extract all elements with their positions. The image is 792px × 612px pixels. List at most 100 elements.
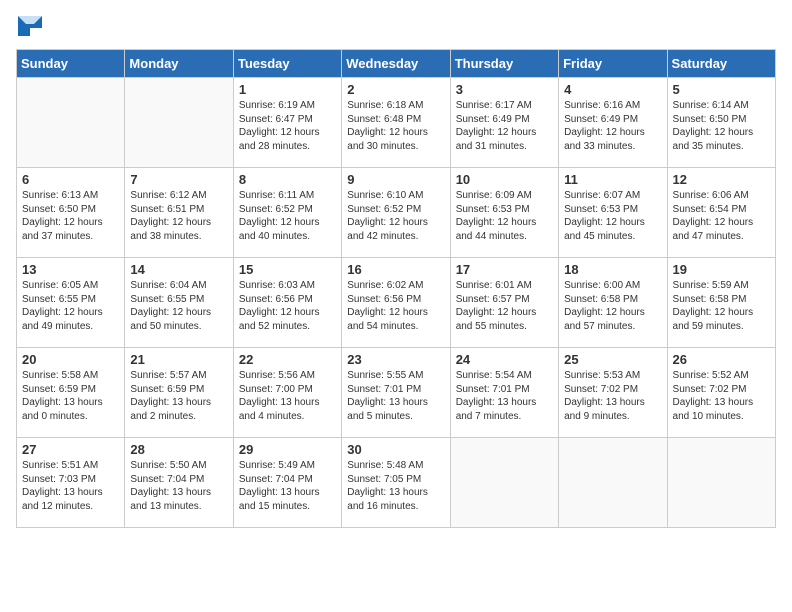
day-number: 14 (130, 262, 227, 277)
day-info: Sunrise: 6:09 AM Sunset: 6:53 PM Dayligh… (456, 189, 553, 243)
calendar-cell: 8Sunrise: 6:11 AM Sunset: 6:52 PM Daylig… (233, 168, 341, 258)
calendar-body: 1 Sunrise: 6:19 AM Sunset: 6:47 PM Daylig… (17, 78, 776, 528)
calendar-cell: 20 Sunrise: 5:58 AM Sunset: 6:59 PM Dayli… (17, 348, 125, 438)
calendar-cell: 12 Sunrise: 6:06 AM Sunset: 6:54 PM Dayli… (667, 168, 775, 258)
calendar-cell: 1 Sunrise: 6:19 AM Sunset: 6:47 PM Daylig… (233, 78, 341, 168)
day-info: Sunrise: 5:54 AM Sunset: 7:01 PM Dayligh… (456, 369, 553, 423)
day-number: 15 (239, 262, 336, 277)
day-number: 16 (347, 262, 444, 277)
day-info: Sunrise: 5:57 AM Sunset: 6:59 PM Dayligh… (130, 369, 227, 423)
calendar-cell: 13 Sunrise: 6:05 AM Sunset: 6:55 PM Dayli… (17, 258, 125, 348)
day-number: 7 (130, 172, 227, 187)
day-number: 12 (673, 172, 770, 187)
day-info: Sunrise: 6:03 AM Sunset: 6:56 PM Dayligh… (239, 279, 336, 333)
calendar-cell: 14 Sunrise: 6:04 AM Sunset: 6:55 PM Dayli… (125, 258, 233, 348)
calendar-header-row: SundayMondayTuesdayWednesdayThursdayFrid… (17, 50, 776, 78)
day-info: Sunrise: 5:48 AM Sunset: 7:05 PM Dayligh… (347, 459, 444, 513)
calendar-cell: 21 Sunrise: 5:57 AM Sunset: 6:59 PM Dayli… (125, 348, 233, 438)
calendar-cell: 17 Sunrise: 6:01 AM Sunset: 6:57 PM Dayli… (450, 258, 558, 348)
calendar-table: SundayMondayTuesdayWednesdayThursdayFrid… (16, 49, 776, 528)
day-info: Sunrise: 5:59 AM Sunset: 6:58 PM Dayligh… (673, 279, 770, 333)
day-number: 6 (22, 172, 119, 187)
day-number: 19 (673, 262, 770, 277)
day-number: 30 (347, 442, 444, 457)
day-number: 2 (347, 82, 444, 97)
calendar-cell: 15 Sunrise: 6:03 AM Sunset: 6:56 PM Dayli… (233, 258, 341, 348)
day-number: 3 (456, 82, 553, 97)
calendar-cell (125, 78, 233, 168)
day-info: Sunrise: 6:02 AM Sunset: 6:56 PM Dayligh… (347, 279, 444, 333)
day-info: Sunrise: 6:19 AM Sunset: 6:47 PM Dayligh… (239, 99, 336, 153)
day-number: 1 (239, 82, 336, 97)
col-header-wednesday: Wednesday (342, 50, 450, 78)
day-info: Sunrise: 6:11 AM Sunset: 6:52 PM Dayligh… (239, 189, 336, 243)
day-info: Sunrise: 6:13 AM Sunset: 6:50 PM Dayligh… (22, 189, 119, 243)
calendar-cell: 10 Sunrise: 6:09 AM Sunset: 6:53 PM Dayli… (450, 168, 558, 258)
calendar-week-3: 13 Sunrise: 6:05 AM Sunset: 6:55 PM Dayli… (17, 258, 776, 348)
calendar-cell (559, 438, 667, 528)
day-info: Sunrise: 5:49 AM Sunset: 7:04 PM Dayligh… (239, 459, 336, 513)
day-number: 25 (564, 352, 661, 367)
day-number: 24 (456, 352, 553, 367)
calendar-week-1: 1 Sunrise: 6:19 AM Sunset: 6:47 PM Daylig… (17, 78, 776, 168)
col-header-tuesday: Tuesday (233, 50, 341, 78)
day-info: Sunrise: 6:00 AM Sunset: 6:58 PM Dayligh… (564, 279, 661, 333)
calendar-header: SundayMondayTuesdayWednesdayThursdayFrid… (17, 50, 776, 78)
calendar-cell (667, 438, 775, 528)
day-info: Sunrise: 5:56 AM Sunset: 7:00 PM Dayligh… (239, 369, 336, 423)
calendar-cell: 7Sunrise: 6:12 AM Sunset: 6:51 PM Daylig… (125, 168, 233, 258)
day-info: Sunrise: 6:06 AM Sunset: 6:54 PM Dayligh… (673, 189, 770, 243)
day-info: Sunrise: 5:53 AM Sunset: 7:02 PM Dayligh… (564, 369, 661, 423)
day-number: 5 (673, 82, 770, 97)
day-info: Sunrise: 5:52 AM Sunset: 7:02 PM Dayligh… (673, 369, 770, 423)
day-number: 23 (347, 352, 444, 367)
calendar-cell: 24 Sunrise: 5:54 AM Sunset: 7:01 PM Dayli… (450, 348, 558, 438)
day-number: 17 (456, 262, 553, 277)
calendar-cell: 22 Sunrise: 5:56 AM Sunset: 7:00 PM Dayli… (233, 348, 341, 438)
day-info: Sunrise: 5:58 AM Sunset: 6:59 PM Dayligh… (22, 369, 119, 423)
day-info: Sunrise: 6:16 AM Sunset: 6:49 PM Dayligh… (564, 99, 661, 153)
day-number: 11 (564, 172, 661, 187)
calendar-cell: 3 Sunrise: 6:17 AM Sunset: 6:49 PM Daylig… (450, 78, 558, 168)
day-number: 13 (22, 262, 119, 277)
calendar-cell: 16 Sunrise: 6:02 AM Sunset: 6:56 PM Dayli… (342, 258, 450, 348)
calendar-cell: 4 Sunrise: 6:16 AM Sunset: 6:49 PM Daylig… (559, 78, 667, 168)
col-header-sunday: Sunday (17, 50, 125, 78)
day-info: Sunrise: 5:50 AM Sunset: 7:04 PM Dayligh… (130, 459, 227, 513)
day-number: 20 (22, 352, 119, 367)
day-number: 4 (564, 82, 661, 97)
day-info: Sunrise: 6:05 AM Sunset: 6:55 PM Dayligh… (22, 279, 119, 333)
day-info: Sunrise: 5:51 AM Sunset: 7:03 PM Dayligh… (22, 459, 119, 513)
calendar-cell: 2 Sunrise: 6:18 AM Sunset: 6:48 PM Daylig… (342, 78, 450, 168)
day-number: 10 (456, 172, 553, 187)
day-info: Sunrise: 6:01 AM Sunset: 6:57 PM Dayligh… (456, 279, 553, 333)
calendar-cell: 6 Sunrise: 6:13 AM Sunset: 6:50 PM Daylig… (17, 168, 125, 258)
calendar-cell: 28Sunrise: 5:50 AM Sunset: 7:04 PM Dayli… (125, 438, 233, 528)
calendar-cell: 26 Sunrise: 5:52 AM Sunset: 7:02 PM Dayli… (667, 348, 775, 438)
calendar-cell: 29 Sunrise: 5:49 AM Sunset: 7:04 PM Dayli… (233, 438, 341, 528)
day-number: 26 (673, 352, 770, 367)
col-header-saturday: Saturday (667, 50, 775, 78)
calendar-cell: 11 Sunrise: 6:07 AM Sunset: 6:53 PM Dayli… (559, 168, 667, 258)
col-header-monday: Monday (125, 50, 233, 78)
calendar-cell: 23Sunrise: 5:55 AM Sunset: 7:01 PM Dayli… (342, 348, 450, 438)
calendar-cell (450, 438, 558, 528)
day-info: Sunrise: 6:04 AM Sunset: 6:55 PM Dayligh… (130, 279, 227, 333)
day-number: 22 (239, 352, 336, 367)
day-info: Sunrise: 6:17 AM Sunset: 6:49 PM Dayligh… (456, 99, 553, 153)
page-header (16, 16, 776, 39)
col-header-friday: Friday (559, 50, 667, 78)
calendar-cell: 30 Sunrise: 5:48 AM Sunset: 7:05 PM Dayli… (342, 438, 450, 528)
calendar-cell: 18Sunrise: 6:00 AM Sunset: 6:58 PM Dayli… (559, 258, 667, 348)
day-number: 29 (239, 442, 336, 457)
calendar-cell (17, 78, 125, 168)
day-info: Sunrise: 6:18 AM Sunset: 6:48 PM Dayligh… (347, 99, 444, 153)
day-number: 21 (130, 352, 227, 367)
calendar-cell: 5Sunrise: 6:14 AM Sunset: 6:50 PM Daylig… (667, 78, 775, 168)
day-info: Sunrise: 6:07 AM Sunset: 6:53 PM Dayligh… (564, 189, 661, 243)
calendar-week-2: 6 Sunrise: 6:13 AM Sunset: 6:50 PM Daylig… (17, 168, 776, 258)
col-header-thursday: Thursday (450, 50, 558, 78)
logo-flag-icon (18, 16, 42, 36)
day-number: 9 (347, 172, 444, 187)
day-number: 27 (22, 442, 119, 457)
